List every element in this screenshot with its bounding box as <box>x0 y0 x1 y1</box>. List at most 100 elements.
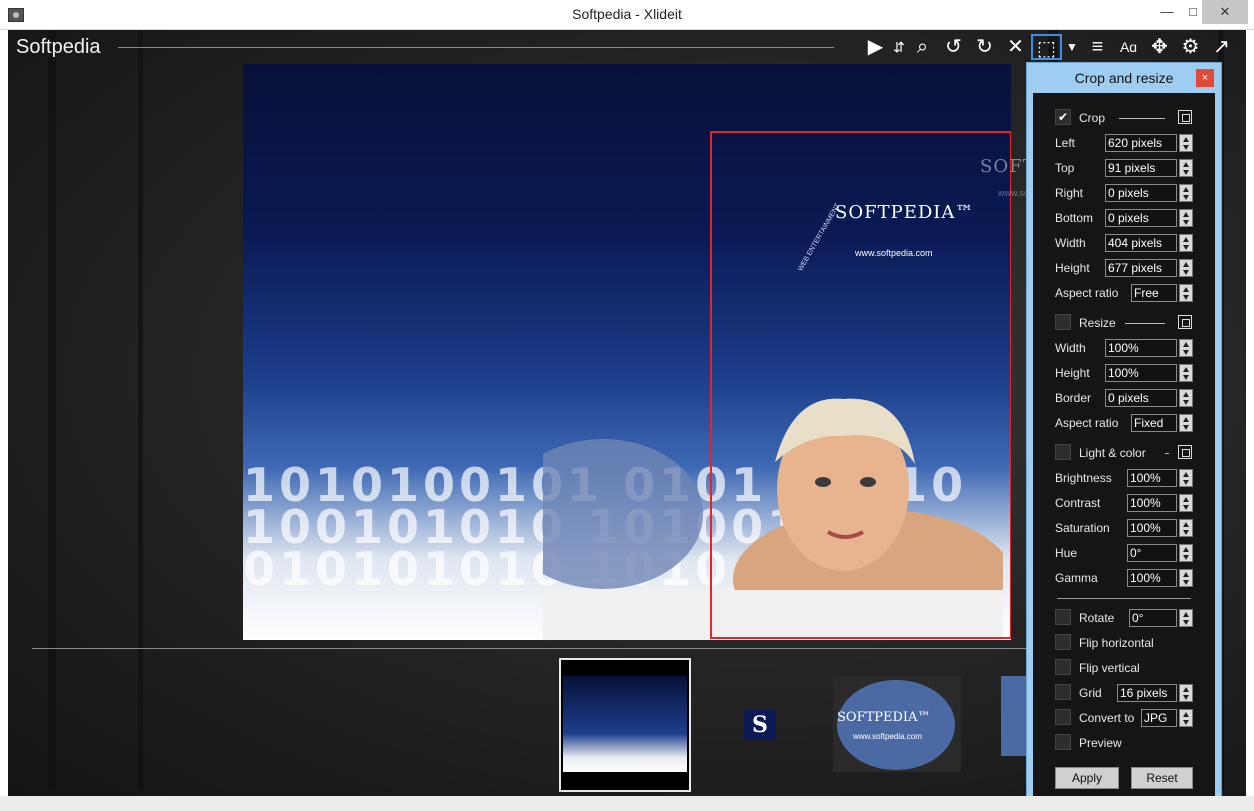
resize-checkbox[interactable] <box>1055 314 1071 330</box>
resize-border-input[interactable]: 0 pixels <box>1105 389 1177 407</box>
convert-format-select[interactable]: JPG <box>1141 709 1177 727</box>
light-section-header: Light & color <box>1033 443 1215 463</box>
apply-button[interactable]: Apply <box>1055 767 1119 789</box>
resize-border-spinner[interactable] <box>1179 389 1193 407</box>
collapse-icon[interactable] <box>1178 110 1192 124</box>
grid-checkbox[interactable] <box>1055 684 1071 700</box>
hue-input[interactable]: 0° <box>1127 544 1177 562</box>
gamma-label: Gamma <box>1055 571 1098 585</box>
crop-selection-rectangle[interactable] <box>710 131 1011 639</box>
crop-bottom-spinner[interactable] <box>1179 209 1193 227</box>
gamma-input[interactable]: 100% <box>1127 569 1177 587</box>
crop-right-input[interactable]: 0 pixels <box>1105 184 1177 202</box>
resize-aspect-select[interactable]: Fixed <box>1131 414 1177 432</box>
crop-icon[interactable]: ⬚ <box>1031 34 1062 60</box>
thumbnail-image <box>563 676 687 772</box>
convert-spinner[interactable] <box>1179 709 1193 727</box>
saturation-spinner[interactable] <box>1179 519 1193 537</box>
rotate-input[interactable]: 0° <box>1129 609 1177 627</box>
crop-aspect-label: Aspect ratio <box>1055 286 1119 300</box>
flip-vertical-row: Flip vertical <box>1033 658 1215 678</box>
resize-aspect-row: Aspect ratio Fixed <box>1033 413 1215 433</box>
status-bar <box>0 796 1254 811</box>
thumbnail-circle <box>837 680 955 770</box>
resize-width-spinner[interactable] <box>1179 339 1193 357</box>
crop-height-spinner[interactable] <box>1179 259 1193 277</box>
crop-aspect-select[interactable]: Free <box>1131 284 1177 302</box>
crop-left-spinner[interactable] <box>1179 134 1193 152</box>
rotate-checkbox[interactable] <box>1055 609 1071 625</box>
crop-height-row: Height 677 pixels <box>1033 258 1215 278</box>
crop-left-row: Left 620 pixels <box>1033 133 1215 153</box>
fit-icon[interactable]: ✥ <box>1144 34 1175 60</box>
convert-checkbox[interactable] <box>1055 709 1071 725</box>
crop-label: Crop <box>1079 111 1106 125</box>
preview-label: Preview <box>1079 736 1122 750</box>
rotate-spinner[interactable] <box>1179 609 1193 627</box>
resize-height-spinner[interactable] <box>1179 364 1193 382</box>
crop-width-label: Width <box>1055 236 1086 250</box>
header-divider <box>118 47 834 48</box>
crop-left-input[interactable]: 620 pixels <box>1105 134 1177 152</box>
brightness-spinner[interactable] <box>1179 469 1193 487</box>
rotate-left-icon[interactable]: ↺ <box>938 34 969 60</box>
crop-top-spinner[interactable] <box>1179 159 1193 177</box>
up-down-arrows-icon[interactable]: ⇵ <box>891 34 907 60</box>
flip-horizontal-label: Flip horizontal <box>1079 636 1154 650</box>
contrast-row: Contrast 100% <box>1033 493 1215 513</box>
resize-height-input[interactable]: 100% <box>1105 364 1177 382</box>
resize-aspect-spinner[interactable] <box>1179 414 1193 432</box>
gamma-row: Gamma 100% <box>1033 568 1215 588</box>
rotate-row: Rotate 0° <box>1033 608 1215 628</box>
gamma-spinner[interactable] <box>1179 569 1193 587</box>
gear-icon[interactable]: ⚙ <box>1175 34 1206 60</box>
collapse-icon[interactable] <box>1178 315 1192 329</box>
collapse-icon[interactable] <box>1178 445 1192 459</box>
panel-body: ✔ Crop Left 620 pixels Top 91 pixels Rig… <box>1033 93 1215 799</box>
title-bar: Softpedia - Xlideit — □ ✕ <box>0 0 1254 30</box>
crop-width-input[interactable]: 404 pixels <box>1105 234 1177 252</box>
document-list-icon[interactable]: ≡ <box>1082 34 1113 60</box>
saturation-input[interactable]: 100% <box>1127 519 1177 537</box>
flip-vertical-checkbox[interactable] <box>1055 659 1071 675</box>
hue-spinner[interactable] <box>1179 544 1193 562</box>
close-window-button[interactable]: ✕ <box>1202 0 1248 24</box>
flip-vertical-label: Flip vertical <box>1079 661 1140 675</box>
reset-button[interactable]: Reset <box>1131 767 1193 789</box>
crop-top-label: Top <box>1055 161 1075 175</box>
crop-right-spinner[interactable] <box>1179 184 1193 202</box>
main-image[interactable]: 1010100101 0101 01010 100101010 1010010 … <box>243 64 1011 640</box>
crop-top-input[interactable]: 91 pixels <box>1105 159 1177 177</box>
contrast-spinner[interactable] <box>1179 494 1193 512</box>
close-x-icon[interactable]: ✕ <box>1000 34 1031 60</box>
contrast-input[interactable]: 100% <box>1127 494 1177 512</box>
crop-height-input[interactable]: 677 pixels <box>1105 259 1177 277</box>
crop-checkbox[interactable]: ✔ <box>1055 109 1071 125</box>
play-icon[interactable]: ▶ <box>860 34 891 60</box>
toolbar: ▶ ⇵ ⌕ ↺ ↻ ✕ ⬚ ▼ ≡ Aɑ ✥ ⚙ ↗ <box>860 34 1237 60</box>
crop-bottom-input[interactable]: 0 pixels <box>1105 209 1177 227</box>
resize-width-input[interactable]: 100% <box>1105 339 1177 357</box>
grid-input[interactable]: 16 pixels <box>1117 684 1177 702</box>
crop-width-row: Width 404 pixels <box>1033 233 1215 253</box>
preview-checkbox[interactable] <box>1055 734 1071 750</box>
dropdown-icon[interactable]: ▼ <box>1062 34 1082 60</box>
font-size-icon[interactable]: Aɑ <box>1113 34 1144 60</box>
thumbnail-selected[interactable] <box>559 658 691 792</box>
resize-aspect-label: Aspect ratio <box>1055 416 1119 430</box>
panel-close-button[interactable]: × <box>1196 69 1214 87</box>
preview-row: Preview <box>1033 733 1215 753</box>
grid-spinner[interactable] <box>1179 684 1193 702</box>
crop-width-spinner[interactable] <box>1179 234 1193 252</box>
rotate-right-icon[interactable]: ↻ <box>969 34 1000 60</box>
zoom-icon[interactable]: ⌕ <box>907 34 938 60</box>
flip-horizontal-checkbox[interactable] <box>1055 634 1071 650</box>
thumbnail-circle-logo[interactable]: SOFTPEDIA™ www.softpedia.com <box>833 676 961 772</box>
crop-aspect-spinner[interactable] <box>1179 284 1193 302</box>
crop-right-label: Right <box>1055 186 1084 200</box>
panel-title: Crop and resize <box>1074 70 1174 86</box>
light-color-checkbox[interactable] <box>1055 444 1071 460</box>
thumbnail-s-logo[interactable]: S <box>744 710 776 740</box>
brightness-input[interactable]: 100% <box>1127 469 1177 487</box>
fullscreen-icon[interactable]: ↗ <box>1206 34 1237 60</box>
